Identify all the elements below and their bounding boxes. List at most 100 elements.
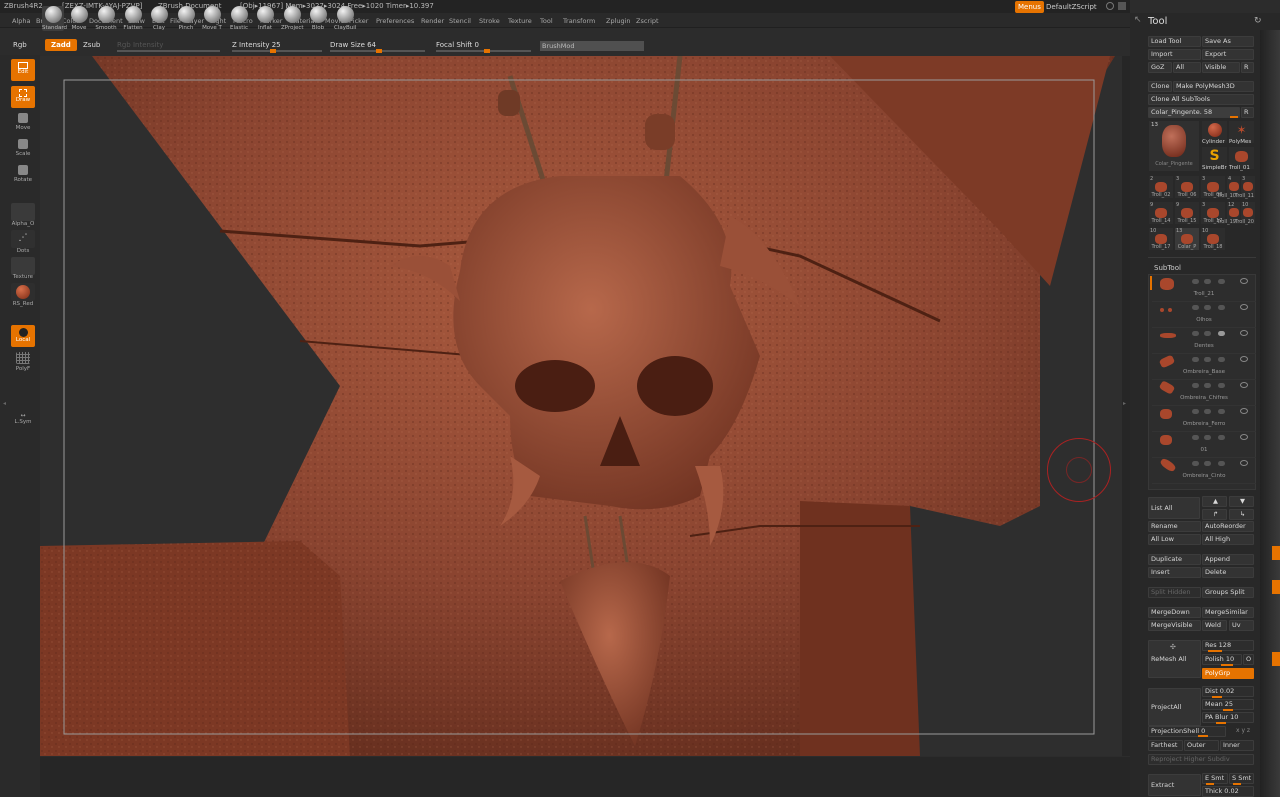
weld-button[interactable]: Weld xyxy=(1202,620,1227,631)
delete-button[interactable]: Delete xyxy=(1202,567,1254,578)
insert-button[interactable]: Insert xyxy=(1148,567,1201,578)
move-top-arrow-icon[interactable]: ↱ xyxy=(1202,509,1227,520)
current-tool-r-button[interactable]: R xyxy=(1241,107,1254,118)
menu-render[interactable]: Render xyxy=(421,17,444,25)
help-icon[interactable] xyxy=(1106,2,1114,10)
move-icon[interactable] xyxy=(18,113,28,123)
material-sphere-icon[interactable] xyxy=(11,283,35,301)
menu-transform[interactable]: Transform xyxy=(563,17,595,25)
tool-thumb-row4-2[interactable]: 9 Troll_15 xyxy=(1175,202,1199,224)
refresh-icon[interactable]: ↻ xyxy=(1254,16,1262,26)
brush-clay[interactable]: Clay xyxy=(148,6,170,31)
subtool-item-ombreira-base[interactable]: Ombreira_Base xyxy=(1152,354,1256,380)
menu-preferences[interactable]: Preferences xyxy=(376,17,414,25)
brush-zproject[interactable]: ZProject xyxy=(281,6,304,31)
scale-icon[interactable] xyxy=(18,139,28,149)
stroke-dots-icon[interactable]: ⋰ xyxy=(11,230,35,248)
brush-blob[interactable]: Blob xyxy=(307,6,329,31)
import-button[interactable]: Import xyxy=(1148,49,1201,60)
draw-size-knob[interactable] xyxy=(376,49,382,53)
z-intensity-knob[interactable] xyxy=(270,49,276,53)
tool-thumb-row5-1[interactable]: 10 Troll_17 xyxy=(1149,228,1173,250)
polyframe-icon[interactable] xyxy=(16,352,30,364)
goz-all-button[interactable]: All xyxy=(1173,62,1201,73)
visibility-eye-icon[interactable] xyxy=(1240,330,1248,336)
menu-stencil[interactable]: Stencil xyxy=(449,17,471,25)
visibility-eye-icon[interactable] xyxy=(1240,356,1248,362)
menu-tool[interactable]: Tool xyxy=(540,17,553,25)
left-tray-arrow-icon[interactable]: ◂ xyxy=(3,400,6,407)
append-button[interactable]: Append xyxy=(1202,554,1254,565)
brush-move-topological[interactable]: Move T xyxy=(201,6,223,31)
reproject-higher-subdiv-button[interactable]: Reproject Higher Subdiv xyxy=(1148,754,1254,765)
all-high-button[interactable]: All High xyxy=(1202,534,1254,545)
menus-button[interactable]: Menus xyxy=(1015,1,1044,13)
goz-visible-button[interactable]: Visible xyxy=(1202,62,1240,73)
polish-o-button[interactable]: O xyxy=(1243,654,1254,665)
tool-thumb-colar-pingente[interactable]: 13 Colar_Pingente xyxy=(1149,121,1199,171)
visibility-eye-icon[interactable] xyxy=(1240,304,1248,310)
texture-thumbnail[interactable] xyxy=(11,257,35,275)
clone-all-subtools-button[interactable]: Clone All SubTools xyxy=(1148,94,1254,105)
brushmod-field[interactable]: BrushMod xyxy=(540,41,644,51)
menu-texture[interactable]: Texture xyxy=(508,17,532,25)
move-down-arrow-icon[interactable]: ▼ xyxy=(1229,496,1254,507)
edit-button[interactable]: Edit xyxy=(11,59,35,81)
goz-r-button[interactable]: R xyxy=(1241,62,1254,73)
dist-slider[interactable]: Dist 0.02 xyxy=(1202,686,1254,697)
list-all-button[interactable]: List All xyxy=(1148,497,1200,519)
lsym-button[interactable]: ↔ xyxy=(6,412,40,419)
subtool-item-01[interactable]: 01 xyxy=(1152,432,1256,458)
load-tool-button[interactable]: Load Tool xyxy=(1148,36,1201,47)
menu-zscript[interactable]: Zscript xyxy=(636,17,659,25)
subtool-item-ombreira-cinto[interactable]: Ombreira_Cinto xyxy=(1152,457,1256,484)
brush-standard[interactable]: Standard xyxy=(42,6,67,31)
menu-zplugin[interactable]: Zplugin xyxy=(606,17,631,25)
export-button[interactable]: Export xyxy=(1202,49,1254,60)
rgb-button[interactable]: Rgb xyxy=(13,39,27,51)
subtool-item-ombreira-ferro[interactable]: Ombreira_Ferro xyxy=(1152,406,1256,432)
brush-pinch[interactable]: Pinch xyxy=(175,6,197,31)
autoreorder-button[interactable]: AutoReorder xyxy=(1202,521,1254,532)
duplicate-button[interactable]: Duplicate xyxy=(1148,554,1201,565)
current-tool-slider[interactable]: Colar_Pingente. 58 xyxy=(1148,107,1240,118)
clone-button[interactable]: Clone xyxy=(1148,81,1172,92)
split-hidden-button[interactable]: Split Hidden xyxy=(1148,587,1201,598)
brush-move[interactable]: Move xyxy=(68,6,90,31)
farthest-button[interactable]: Farthest xyxy=(1148,740,1183,751)
projectall-button[interactable]: ProjectAll xyxy=(1148,688,1201,726)
tool-thumb-row3-2[interactable]: 3 Troll_06 xyxy=(1175,176,1199,198)
uv-button[interactable]: Uv xyxy=(1229,620,1254,631)
brush-flatten[interactable]: Flatten xyxy=(122,6,144,31)
tool-thumb-row5-3[interactable]: 10 Troll_18 xyxy=(1201,228,1225,250)
rename-button[interactable]: Rename xyxy=(1148,521,1201,532)
save-as-button[interactable]: Save As xyxy=(1202,36,1254,47)
visibility-eye-icon[interactable] xyxy=(1240,460,1248,466)
goz-button[interactable]: GoZ xyxy=(1148,62,1172,73)
menu-alpha[interactable]: Alpha xyxy=(12,17,30,25)
outer-button[interactable]: Outer xyxy=(1184,740,1219,751)
visibility-eye-icon[interactable] xyxy=(1240,408,1248,414)
window-menu-icon[interactable] xyxy=(1118,2,1126,10)
subtool-item-olhos[interactable]: Olhos xyxy=(1152,302,1256,328)
local-button[interactable]: Local xyxy=(11,325,35,347)
menu-stroke[interactable]: Stroke xyxy=(479,17,500,25)
inner-button[interactable]: Inner xyxy=(1220,740,1254,751)
draw-button[interactable]: Draw xyxy=(11,86,35,108)
zadd-button[interactable]: Zadd xyxy=(45,39,77,51)
default-zscript[interactable]: DefaultZScript xyxy=(1043,1,1100,13)
subtool-item-ombreira-chifres[interactable]: Ombreira_Chifres xyxy=(1152,380,1256,406)
mergedown-button[interactable]: MergeDown xyxy=(1148,607,1201,618)
projectionshell-slider[interactable]: ProjectionShell 0 xyxy=(1148,726,1226,737)
move-bottom-arrow-icon[interactable]: ↳ xyxy=(1229,509,1254,520)
brush-elastic[interactable]: Elastic xyxy=(228,6,250,31)
brush-smooth[interactable]: Smooth xyxy=(95,6,117,31)
mergesimilar-button[interactable]: MergeSimilar xyxy=(1202,607,1254,618)
all-low-button[interactable]: All Low xyxy=(1148,534,1201,545)
viewport-canvas[interactable] xyxy=(40,56,1122,756)
visibility-eye-icon[interactable] xyxy=(1240,434,1248,440)
subtool-title[interactable]: SubTool xyxy=(1154,264,1181,272)
thick-slider[interactable]: Thick 0.02 xyxy=(1202,786,1254,797)
tool-thumb-row4-1[interactable]: 9 Troll_14 xyxy=(1149,202,1173,224)
xyz-icon[interactable]: x y z xyxy=(1236,727,1250,734)
